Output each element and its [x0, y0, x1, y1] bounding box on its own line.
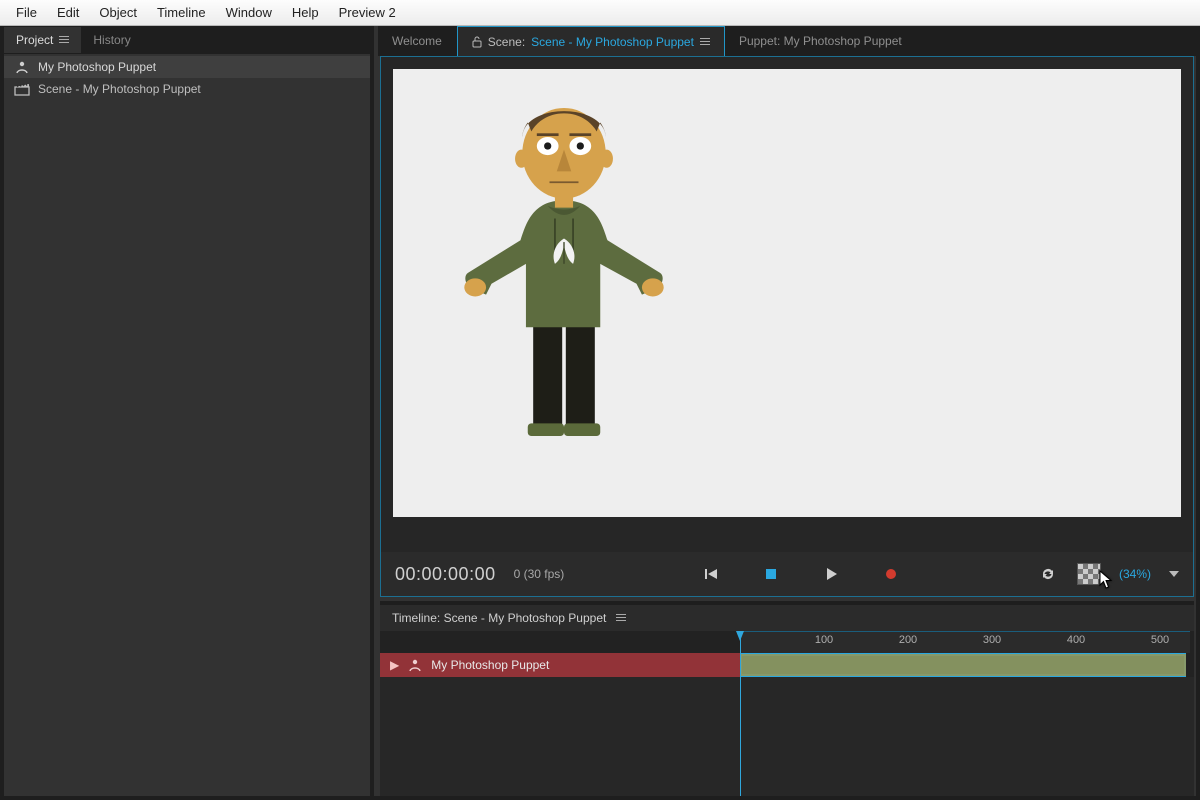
playhead[interactable] [740, 631, 741, 796]
tab-history[interactable]: History [81, 27, 142, 53]
go-to-start-button[interactable] [700, 563, 722, 585]
scene-viewport: 00:00:00:00 0 (30 fps) [380, 56, 1194, 597]
ruler-tick: 300 [983, 634, 1001, 646]
tab-puppet[interactable]: Puppet: My Photoshop Puppet [725, 26, 917, 56]
ruler-tick: 200 [899, 634, 917, 646]
zoom-percent[interactable]: (34%) [1119, 567, 1151, 581]
ruler-tick: 400 [1067, 634, 1085, 646]
timeline-track-row: ▶ My Photoshop Puppet [380, 653, 1190, 677]
hamburger-icon[interactable] [616, 614, 626, 622]
refresh-button[interactable] [1037, 563, 1059, 585]
timeline-ruler[interactable]: 100 200 300 400 500 [740, 631, 1190, 653]
scene-stage[interactable] [393, 69, 1181, 517]
ruler-tick: 100 [815, 634, 833, 646]
lock-open-icon [472, 36, 482, 48]
play-button[interactable] [820, 563, 842, 585]
tab-scene-prefix: Scene: [488, 35, 525, 49]
hamburger-icon[interactable] [700, 38, 710, 46]
menu-bar: File Edit Object Timeline Window Help Pr… [0, 0, 1200, 26]
hamburger-icon[interactable] [59, 36, 69, 44]
tab-scene-active[interactable]: Scene: Scene - My Photoshop Puppet [457, 26, 725, 56]
stop-button[interactable] [760, 563, 782, 585]
ruler-tick: 500 [1151, 634, 1169, 646]
track-label[interactable]: ▶ My Photoshop Puppet [380, 653, 740, 677]
tab-welcome[interactable]: Welcome [378, 26, 457, 56]
timeline-empty-area[interactable] [380, 677, 1194, 796]
clapper-icon [14, 82, 30, 96]
menu-object[interactable]: Object [89, 2, 147, 23]
timeline-panel: Timeline: Scene - My Photoshop Puppet 10… [380, 601, 1194, 796]
puppet-character [419, 79, 709, 474]
timeline-title: Timeline: Scene - My Photoshop Puppet [392, 611, 606, 625]
project-item-label: My Photoshop Puppet [38, 60, 156, 74]
expand-triangle-icon[interactable]: ▶ [390, 658, 399, 672]
menu-help[interactable]: Help [282, 2, 329, 23]
project-panel: Project History My Photoshop Puppet Scen… [4, 26, 374, 796]
project-item-scene[interactable]: Scene - My Photoshop Puppet [4, 78, 370, 100]
record-button[interactable] [880, 563, 902, 585]
menu-preview[interactable]: Preview 2 [329, 2, 406, 23]
tab-scene-link: Scene - My Photoshop Puppet [531, 35, 694, 49]
playback-bar: 00:00:00:00 0 (30 fps) [381, 552, 1193, 596]
tab-project[interactable]: Project [4, 27, 81, 53]
menu-edit[interactable]: Edit [47, 2, 89, 23]
document-tabs: Welcome Scene: Scene - My Photoshop Pupp… [378, 26, 1196, 56]
menu-file[interactable]: File [6, 2, 47, 23]
puppet-icon [14, 60, 30, 74]
puppet-icon [407, 658, 423, 672]
track-name: My Photoshop Puppet [431, 658, 549, 672]
fps-readout: 0 (30 fps) [514, 567, 565, 581]
transparency-toggle[interactable] [1077, 563, 1101, 585]
project-item-puppet[interactable]: My Photoshop Puppet [4, 56, 370, 78]
timecode: 00:00:00:00 [395, 564, 496, 585]
tab-project-label: Project [16, 33, 53, 47]
track-clip[interactable] [740, 653, 1186, 677]
menu-window[interactable]: Window [216, 2, 282, 23]
zoom-dropdown-icon[interactable] [1169, 571, 1179, 577]
menu-timeline[interactable]: Timeline [147, 2, 216, 23]
project-item-label: Scene - My Photoshop Puppet [38, 82, 201, 96]
